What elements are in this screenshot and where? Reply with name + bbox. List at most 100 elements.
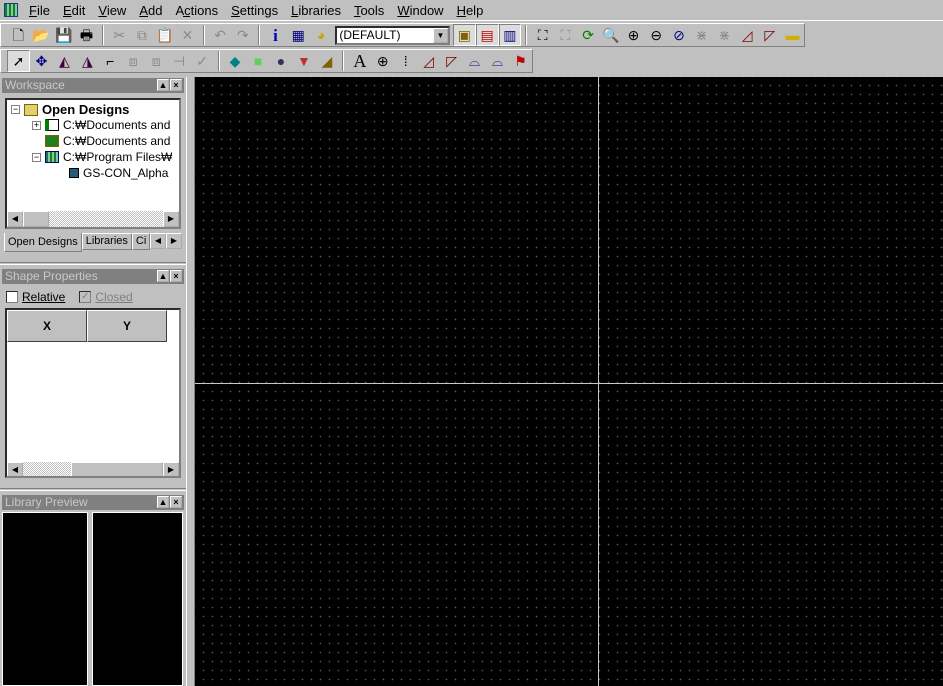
move-button[interactable]: ✥ xyxy=(30,50,53,72)
palette-button[interactable]: ◕ xyxy=(310,24,333,46)
flag-button[interactable]: ⚑ xyxy=(509,50,532,72)
arc-curve-button[interactable]: ◸ xyxy=(758,24,781,46)
scroll-left-icon[interactable]: ◀ xyxy=(7,211,23,227)
scroll-left-icon[interactable]: ◀ xyxy=(7,462,23,476)
column-header-y[interactable]: Y xyxy=(87,310,167,342)
scroll-thumb[interactable] xyxy=(23,211,49,227)
close-button[interactable]: × xyxy=(170,79,182,91)
relative-checkbox[interactable] xyxy=(6,291,18,303)
ungroup-button[interactable]: ⧈ xyxy=(145,50,168,72)
undo-button[interactable]: ↶ xyxy=(209,24,232,46)
copper-pour-button[interactable]: ◢ xyxy=(315,50,338,72)
scroll-right-icon[interactable]: ▶ xyxy=(163,462,179,476)
paste-button[interactable]: 📋 xyxy=(153,24,176,46)
close-button[interactable]: × xyxy=(170,496,182,508)
dropdown-arrow-icon[interactable]: ▼ xyxy=(433,27,449,43)
refresh-button[interactable]: ⟳ xyxy=(577,24,600,46)
print-button[interactable]: 🖶 xyxy=(75,24,98,46)
closed-checkbox[interactable]: ✓ xyxy=(79,291,92,303)
app-icon[interactable] xyxy=(4,3,18,17)
group-button[interactable]: ⧈ xyxy=(122,50,145,72)
tree-node-open-designs[interactable]: − Open Designs xyxy=(11,102,129,117)
redo-button[interactable]: ↷ xyxy=(231,24,254,46)
close-button[interactable]: × xyxy=(170,270,182,282)
expand-icon[interactable]: + xyxy=(32,120,41,130)
info-button[interactable]: i xyxy=(264,24,287,46)
column-header-x[interactable]: X xyxy=(7,310,87,342)
delete-button[interactable]: ✕ xyxy=(176,24,199,46)
panel-divider[interactable] xyxy=(0,488,190,491)
workspace-splitter[interactable] xyxy=(186,77,195,686)
table-button[interactable]: ▦ xyxy=(287,24,310,46)
zoom-out-button[interactable]: ⊖ xyxy=(645,24,668,46)
form-button[interactable]: ▤ xyxy=(475,24,499,46)
circle-button[interactable]: ● xyxy=(269,50,292,72)
route-button[interactable]: ⌐ xyxy=(99,50,122,72)
open-folder-button[interactable]: 📂 xyxy=(30,24,53,46)
menu-actions[interactable]: Actions xyxy=(170,3,226,18)
menu-window[interactable]: Window xyxy=(392,3,451,18)
menu-libraries[interactable]: Libraries xyxy=(286,3,349,18)
menu-view[interactable]: View xyxy=(93,3,134,18)
arc-curve-button[interactable]: ◸ xyxy=(440,50,463,72)
tab-scroll-left-icon[interactable]: ◀ xyxy=(149,233,166,249)
rotate-button[interactable]: ◭ xyxy=(53,50,76,72)
copy-button[interactable]: ⧉ xyxy=(131,24,154,46)
tab-scroll-right-icon[interactable]: ▶ xyxy=(165,233,182,249)
menu-tools[interactable]: Tools xyxy=(349,3,392,18)
tree-horizontal-scrollbar[interactable]: ◀ ▶ xyxy=(7,211,179,227)
mirror-button[interactable]: ◮ xyxy=(76,50,99,72)
text-button[interactable]: A xyxy=(348,50,371,72)
arc-edit-button[interactable]: ◿ xyxy=(417,50,440,72)
menu-file[interactable]: File xyxy=(24,3,58,18)
save-button[interactable]: 💾 xyxy=(52,24,75,46)
menu-help[interactable]: Help xyxy=(452,3,492,18)
rectangle-button[interactable]: ■ xyxy=(247,50,270,72)
maximize-button[interactable]: ▲ xyxy=(157,270,169,282)
crosshair-button[interactable]: ⊕ xyxy=(371,50,394,72)
join-button[interactable]: ⋇ xyxy=(713,24,736,46)
dimension-button[interactable]: ⁞ xyxy=(394,50,417,72)
zoom-previous-button[interactable]: ⊘ xyxy=(668,24,691,46)
zoom-area-button[interactable]: 🔍 xyxy=(599,24,622,46)
grid-horizontal-scrollbar[interactable]: ◀ ▶ xyxy=(7,462,179,476)
new-file-button[interactable]: 🗋 xyxy=(7,24,30,46)
check-button[interactable]: ✓ xyxy=(191,50,214,72)
collapse-icon[interactable]: − xyxy=(32,152,41,162)
zoom-window-button[interactable]: ⛶ xyxy=(554,24,577,46)
trim-button[interactable]: ⊣ xyxy=(168,50,191,72)
polygon-button[interactable]: ▼ xyxy=(292,50,315,72)
layer-combo[interactable]: (DEFAULT) ▼ xyxy=(335,25,451,45)
tab-more[interactable]: Ci xyxy=(131,233,150,250)
tab-open-designs[interactable]: Open Designs xyxy=(4,233,82,252)
menu-add[interactable]: Add xyxy=(134,3,170,18)
scroll-right-icon[interactable]: ▶ xyxy=(163,211,179,227)
cut-button[interactable]: ✂ xyxy=(108,24,131,46)
scroll-thumb[interactable] xyxy=(71,462,163,476)
arc-up-button[interactable]: ⌓ xyxy=(486,50,509,72)
design-canvas[interactable] xyxy=(195,77,943,686)
ruler-button[interactable]: ▬ xyxy=(781,24,804,46)
chip-view-button[interactable]: ▥ xyxy=(498,24,522,46)
panel-divider[interactable] xyxy=(0,262,190,265)
paste-icon: 📋 xyxy=(155,27,174,43)
zoom-extents-button[interactable]: ⛶ xyxy=(531,24,554,46)
arc-edit-button[interactable]: ◿ xyxy=(736,24,759,46)
view-layout-icon: ▣ xyxy=(457,27,471,43)
maximize-button[interactable]: ▲ xyxy=(157,496,169,508)
tree-node-design[interactable]: + C:₩Documents and xyxy=(32,118,170,132)
3d-block-button[interactable]: ◆ xyxy=(224,50,247,72)
arc-down-button[interactable]: ⌓ xyxy=(463,50,486,72)
tree-node-pcb[interactable]: C:₩Documents and xyxy=(45,134,170,148)
view-layout-button[interactable]: ▣ xyxy=(453,24,476,46)
tab-libraries[interactable]: Libraries xyxy=(81,233,132,250)
tree-node-library[interactable]: − C:₩Program Files₩ xyxy=(32,150,172,164)
menu-settings[interactable]: Settings xyxy=(226,3,286,18)
zoom-in-button[interactable]: ⊕ xyxy=(622,24,645,46)
select-arrow-button[interactable]: ➚ xyxy=(7,50,30,72)
tree-node-component[interactable]: GS-CON_Alpha xyxy=(69,166,168,180)
split-button[interactable]: ⋇ xyxy=(690,24,713,46)
menu-edit[interactable]: Edit xyxy=(58,3,93,18)
maximize-button[interactable]: ▲ xyxy=(157,79,169,91)
collapse-icon[interactable]: − xyxy=(11,105,20,114)
